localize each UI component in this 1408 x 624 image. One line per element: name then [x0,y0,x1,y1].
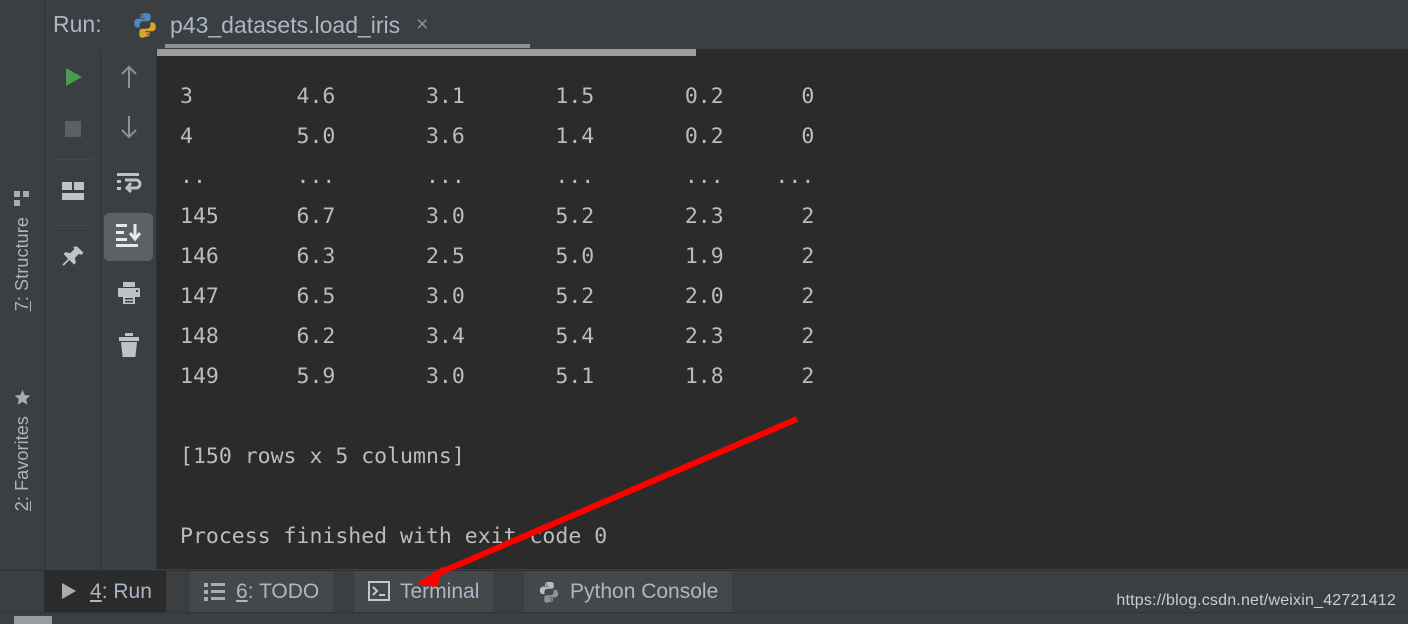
todo-icon [204,581,226,603]
clear-all-button[interactable] [104,323,153,371]
stop-square-icon [63,119,83,144]
status-bar-chip [14,616,52,624]
tab-run-label: 4: Run [90,580,152,603]
pin-icon [60,244,86,275]
printer-icon [116,281,142,310]
soft-wrap-icon [116,171,142,200]
run-tab-active-indicator [165,44,530,48]
play-icon [58,581,80,603]
sidebar-item-structure[interactable]: 7: Structure [0,190,44,356]
sidebar-item-structure-label: 7: Structure [11,217,32,312]
pin-tab-button[interactable] [48,235,97,283]
close-icon[interactable]: × [416,14,428,35]
watermark: https://blog.csdn.net/weixin_42721412 [1116,592,1396,609]
run-tool-window-header: Run: p43_datasets.load_iris × [45,0,1408,50]
sidebar-item-favorites-label: 2: Favorites [11,416,32,512]
run-console-output[interactable]: 3 4.6 3.1 1.5 0.2 0 4 5.0 3.6 1.4 0.2 0 … [157,49,1408,569]
tab-todo-label: 6: TODO [236,580,320,603]
left-tool-window-stripe: 7: Structure 2: Favorites [0,0,45,612]
run-toolbar-console [101,49,157,569]
status-bar [0,612,1408,624]
scroll-to-end-button[interactable] [104,213,153,261]
layout-icon [61,181,85,206]
toolbar-separator-2 [53,225,92,226]
restore-layout-button[interactable] [48,169,97,217]
console-text: 3 4.6 3.1 1.5 0.2 0 4 5.0 3.6 1.4 0.2 0 … [180,83,815,549]
tab-terminal[interactable]: Terminal [354,571,494,613]
scroll-to-end-icon [115,222,143,253]
tab-terminal-label: Terminal [400,580,480,603]
console-horizontal-scrollbar[interactable] [157,49,1408,56]
print-button[interactable] [104,271,153,319]
down-the-stack-button[interactable] [104,105,153,153]
sidebar-item-favorites[interactable]: 2: Favorites [0,389,44,560]
toolbar-separator-1 [53,159,92,160]
terminal-icon [368,581,390,603]
trash-icon [117,332,141,363]
tab-todo[interactable]: 6: TODO [190,571,334,613]
structure-icon [13,190,31,207]
tab-run[interactable]: 4: Run [44,571,166,613]
soft-wrap-button[interactable] [104,161,153,209]
python-icon [132,12,158,38]
up-the-stack-button[interactable] [104,55,153,103]
console-scrollbar-thumb[interactable] [157,49,696,56]
arrow-up-icon [117,64,141,95]
run-configuration-tab[interactable]: p43_datasets.load_iris × [120,0,439,49]
run-label: Run: [53,11,102,37]
stop-button[interactable] [48,107,97,155]
arrow-down-icon [117,114,141,145]
pycharm-run-window: 7: Structure 2: Favorites Run: p43_datas… [0,0,1408,624]
run-toolbar-left [45,49,101,569]
play-icon [61,65,85,94]
tab-python-console-label: Python Console [570,580,719,603]
python-icon [538,581,560,603]
rerun-button[interactable] [48,55,97,103]
run-tab-title: p43_datasets.load_iris [170,11,401,38]
star-icon [14,389,31,406]
tab-python-console[interactable]: Python Console [524,571,733,613]
